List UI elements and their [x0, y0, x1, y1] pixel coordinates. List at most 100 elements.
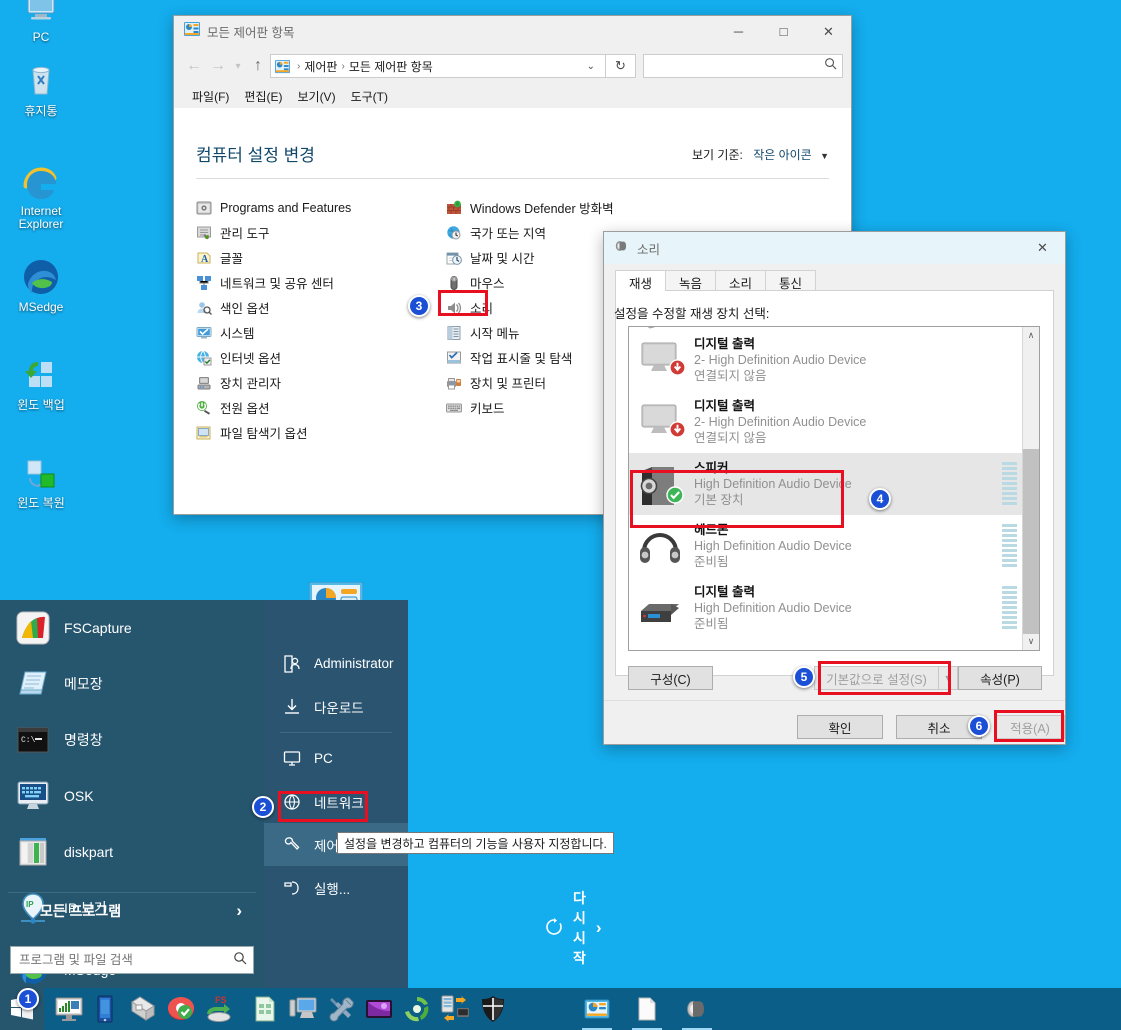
taskbar-item-remote-desktop[interactable]	[286, 992, 320, 1026]
start-right-item-administrator[interactable]: Administrator	[264, 642, 408, 685]
all-programs-button[interactable]: 모든 프로그램 ›	[0, 892, 264, 930]
svg-text:FS: FS	[215, 995, 227, 1005]
tab-playback[interactable]: 재생	[615, 270, 667, 291]
downloads-icon	[280, 697, 304, 717]
taskbar-item-floppy-disk[interactable]	[126, 992, 160, 1026]
desktop-icon-recycle-bin[interactable]: 휴지통	[2, 60, 80, 118]
start-search-input[interactable]	[17, 952, 233, 968]
callout-2: 2	[252, 796, 274, 818]
menu-edit[interactable]: 편집(E)	[244, 88, 282, 105]
sound-dialog-titlebar[interactable]: 소리 ✕	[604, 232, 1065, 264]
playback-device-list[interactable]: 연결되지 않음 디지털 출력 2- High Definition Audio …	[628, 326, 1040, 651]
breadcrumb-part-2[interactable]: 모든 제어판 항목	[349, 58, 433, 75]
view-by-value[interactable]: 작은 아이콘	[753, 148, 812, 162]
desktop-icon-windows-restore[interactable]: 윈도 복원	[2, 452, 80, 510]
search-box[interactable]	[643, 54, 843, 78]
up-button[interactable]: ↑	[246, 54, 270, 78]
date-time-icon	[446, 250, 462, 266]
start-item-osk[interactable]: OSK	[0, 768, 264, 824]
device-description: High Definition Audio Device	[694, 601, 852, 615]
chevron-down-icon[interactable]: ▼	[820, 151, 829, 161]
desktop-icon-windows-backup[interactable]: 윈도 백업	[2, 354, 80, 412]
restart-button[interactable]: 다시 시작 ›	[544, 888, 602, 968]
cpl-item-programs-and-features[interactable]: Programs and Features	[196, 195, 434, 220]
device-list-item-digital-output[interactable]: 디지털 출력 High Definition Audio Device 준비됨	[629, 577, 1039, 639]
forward-button[interactable]: →	[206, 54, 230, 78]
search-input[interactable]	[649, 58, 824, 74]
cpl-item-device-manager[interactable]: 장치 관리자	[196, 370, 434, 395]
minimize-button[interactable]: ─	[716, 16, 761, 48]
headphones-icon	[636, 521, 690, 571]
tooltip-text: 설정을 변경하고 컴퓨터의 기능을 사용자 지정합니다.	[344, 836, 607, 851]
start-right-item-downloads[interactable]: 다운로드	[264, 685, 408, 728]
start-item-notepad[interactable]: 메모장	[0, 656, 264, 712]
cpl-item-administrative-tools[interactable]: 관리 도구	[196, 220, 434, 245]
scrollbar-thumb[interactable]	[1023, 449, 1039, 634]
device-list-scrollbar[interactable]: ∧ ∨	[1022, 327, 1039, 650]
cpl-item-power-options[interactable]: 전원 옵션	[196, 395, 434, 420]
cpl-item-windows-defender-firewall[interactable]: Windows Defender 방화벽	[446, 195, 684, 220]
maximize-button[interactable]: □	[761, 16, 806, 48]
cpl-item-file-explorer-options[interactable]: 파일 탐색기 옵션	[196, 420, 434, 445]
devices-printers-icon	[446, 375, 462, 391]
device-list-item[interactable]: 디지털 출력 2- High Definition Audio Device 연…	[629, 391, 1039, 453]
taskbar-running-document[interactable]	[630, 992, 664, 1030]
configure-button[interactable]: 구성(C)	[628, 666, 713, 690]
cpl-item-internet-options[interactable]: 인터넷 옵션	[196, 345, 434, 370]
taskbar-item-blue-device[interactable]	[88, 992, 122, 1026]
view-by-control[interactable]: 보기 기준: 작은 아이콘 ▼	[692, 141, 829, 163]
cpl-item-fonts[interactable]: A 글꼴	[196, 245, 434, 270]
menu-view[interactable]: 보기(V)	[297, 88, 335, 105]
ok-button[interactable]: 확인	[797, 715, 883, 739]
scroll-up-button[interactable]: ∧	[1023, 327, 1039, 344]
start-item-fscapture[interactable]: FSCapture	[0, 600, 264, 656]
device-list-item[interactable]: 디지털 출력 2- High Definition Audio Device 연…	[629, 329, 1039, 391]
desktop-icon-msedge[interactable]: MSedge	[2, 256, 80, 314]
close-button[interactable]: ✕	[806, 16, 851, 48]
scroll-down-button[interactable]: ∨	[1023, 633, 1039, 650]
device-list-item-headphones[interactable]: 헤드폰 High Definition Audio Device 준비됨	[629, 515, 1039, 577]
refresh-button[interactable]: ↻	[606, 54, 636, 78]
recent-locations-button[interactable]: ▾	[230, 54, 246, 78]
taskbar-item-server-transfer[interactable]	[438, 992, 472, 1026]
cpl-item-system[interactable]: 시스템	[196, 320, 434, 345]
tab-communications[interactable]: 통신	[765, 270, 817, 291]
taskbar-item-network-monitor[interactable]	[52, 992, 86, 1026]
chevron-down-icon[interactable]: ⌄	[581, 61, 601, 72]
taskbar-item-media-player[interactable]	[362, 992, 396, 1026]
close-button[interactable]: ✕	[1020, 232, 1065, 264]
cpl-item-label: 마우스	[470, 277, 505, 291]
control-panel-titlebar[interactable]: 모든 제어판 항목 ─ □ ✕	[174, 16, 851, 48]
taskbar-item-disk-check[interactable]	[164, 992, 198, 1026]
start-right-item-run[interactable]: 실행...	[264, 866, 408, 909]
back-button[interactable]: ←	[182, 54, 206, 78]
properties-button[interactable]: 속성(P)	[958, 666, 1042, 690]
taskbar-running-control-panel[interactable]	[580, 992, 614, 1030]
start-right-item-label: PC	[314, 751, 333, 766]
start-right-item-network[interactable]: 네트워크	[264, 780, 408, 823]
desktop-icon-label: PC	[32, 30, 50, 44]
breadcrumb[interactable]: › 제어판 › 모든 제어판 항목 ⌄	[270, 54, 606, 78]
cpl-item-indexing-options[interactable]: 색인 옵션	[196, 295, 434, 320]
tab-sounds[interactable]: 소리	[715, 270, 767, 291]
taskbar-item-recycle-sync[interactable]	[400, 992, 434, 1026]
set-default-split-button[interactable]: 기본값으로 설정(S) ▼	[814, 666, 958, 690]
device-status: 준비됨	[694, 555, 729, 569]
desktop-icon-pc[interactable]: PC	[2, 0, 80, 44]
desktop-icon-internet-explorer[interactable]: Internet Explorer	[2, 160, 80, 231]
taskbar-item-fs-capture[interactable]: FS	[202, 992, 236, 1026]
taskbar-item-green-document[interactable]	[248, 992, 282, 1026]
taskbar-item-tools[interactable]	[324, 992, 358, 1026]
start-item-diskpart[interactable]: diskpart	[0, 824, 264, 880]
taskbar-item-shield[interactable]	[476, 992, 510, 1026]
cpl-item-network-and-sharing-center[interactable]: 네트워크 및 공유 센터	[196, 270, 434, 295]
taskbar-running-sound[interactable]	[680, 992, 714, 1030]
start-search-box[interactable]	[10, 946, 254, 974]
start-right-item-pc[interactable]: PC	[264, 737, 408, 780]
device-list-item-speakers[interactable]: 스피커 High Definition Audio Device 기본 장치	[629, 453, 1039, 515]
start-item-command-prompt[interactable]: C:\ 명령창	[0, 712, 264, 768]
menu-tools[interactable]: 도구(T)	[351, 88, 388, 105]
breadcrumb-part-1[interactable]: 제어판	[304, 58, 337, 75]
menu-file[interactable]: 파일(F)	[192, 88, 229, 105]
tab-recording[interactable]: 녹음	[665, 270, 717, 291]
